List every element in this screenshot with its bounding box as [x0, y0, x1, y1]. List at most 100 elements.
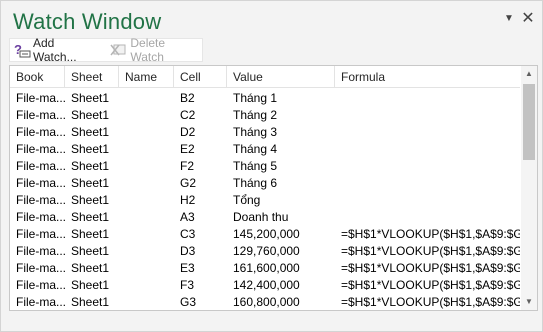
cell-name: [119, 277, 174, 294]
table-row[interactable]: File-ma... Sheet1 C3 145,200,000 =$H$1*VLOOK…: [10, 226, 520, 243]
cell-formula: =$H$1*VLOOKUP($H$1,$A$9:$G$13: [341, 295, 520, 309]
add-watch-icon: ?: [13, 42, 31, 58]
column-header-book[interactable]: Book: [10, 66, 65, 87]
column-header-name[interactable]: Name: [119, 66, 174, 87]
horizontal-scroll-area: [9, 311, 536, 327]
cell-sheet: Sheet1: [71, 176, 110, 190]
scroll-down-icon[interactable]: ▼: [521, 294, 537, 310]
cell-name: [119, 141, 174, 158]
cell-formula: [335, 124, 520, 141]
cell-formula: [335, 158, 520, 175]
cell-sheet: Sheet1: [71, 159, 110, 173]
column-header-value[interactable]: Value: [227, 66, 335, 87]
cell-sheet: Sheet1: [71, 193, 110, 207]
cell-value: 161,600,000: [233, 261, 300, 275]
scroll-thumb[interactable]: [523, 84, 535, 160]
cell-cell: G3: [180, 295, 197, 309]
cell-sheet: Sheet1: [71, 227, 110, 241]
cell-value: Tổng: [233, 193, 261, 207]
table-row[interactable]: File-ma... Sheet1 F2 Tháng 5: [10, 158, 520, 175]
cell-value: Tháng 4: [233, 142, 278, 156]
table-row[interactable]: File-ma... Sheet1 H2 Tổng: [10, 192, 520, 209]
cell-cell: E3: [180, 261, 195, 275]
delete-watch-button[interactable]: Delete Watch: [107, 36, 202, 64]
table-row[interactable]: File-ma... Sheet1 D3 129,760,000 =$H$1*VLOOK…: [10, 243, 520, 260]
cell-cell: F3: [180, 278, 195, 292]
table-row[interactable]: File-ma... Sheet1 E2 Tháng 4: [10, 141, 520, 158]
cell-cell: E2: [180, 142, 195, 156]
cell-sheet: Sheet1: [71, 278, 110, 292]
cell-book: File-ma...: [16, 295, 65, 309]
cell-formula: [335, 175, 520, 192]
cell-formula: [335, 209, 520, 226]
cell-formula: [335, 192, 520, 209]
cell-cell: D2: [180, 125, 196, 139]
table-row[interactable]: File-ma... Sheet1 B2 Tháng 1: [10, 90, 520, 107]
cell-sheet: Sheet1: [71, 244, 110, 258]
watch-window-pane: Watch Window ▼ ✕ ? Add Watch... Delete W…: [0, 0, 543, 332]
cell-sheet: Sheet1: [71, 108, 110, 122]
cell-name: [119, 175, 174, 192]
table-row[interactable]: File-ma... Sheet1 E3 161,600,000 =$H$1*VLOOK…: [10, 260, 520, 277]
close-icon[interactable]: ✕: [520, 11, 536, 27]
add-watch-button[interactable]: ? Add Watch...: [10, 36, 101, 64]
chevron-down-icon[interactable]: ▼: [501, 11, 517, 27]
cell-cell: C3: [180, 227, 196, 241]
cell-sheet: Sheet1: [71, 295, 110, 309]
cell-book: File-ma...: [16, 176, 65, 190]
cell-book: File-ma...: [16, 193, 65, 207]
cell-book: File-ma...: [16, 227, 65, 241]
cell-book: File-ma...: [16, 125, 65, 139]
cell-name: [119, 158, 174, 175]
delete-watch-icon: [110, 42, 128, 58]
table-row[interactable]: File-ma... Sheet1 C2 Tháng 2: [10, 107, 520, 124]
cell-name: [119, 294, 174, 310]
column-header-row: Book Sheet Name Cell Value Formula: [10, 66, 520, 88]
cell-name: [119, 124, 174, 141]
cell-value: Tháng 3: [233, 125, 278, 139]
column-header-sheet[interactable]: Sheet: [65, 66, 119, 87]
cell-value: Doanh thu: [233, 210, 289, 224]
cell-cell: H2: [180, 193, 196, 207]
cell-name: [119, 226, 174, 243]
cell-cell: F2: [180, 159, 195, 173]
cell-name: [119, 192, 174, 209]
table-row[interactable]: File-ma... Sheet1 D2 Tháng 3: [10, 124, 520, 141]
table-row[interactable]: File-ma... Sheet1 A3 Doanh thu: [10, 209, 520, 226]
cell-cell: A3: [180, 210, 195, 224]
toolbar: ? Add Watch... Delete Watch: [9, 36, 203, 64]
cell-name: [119, 209, 174, 226]
cell-formula: =$H$1*VLOOKUP($H$1,$A$9:$G$13: [341, 278, 520, 292]
cell-book: File-ma...: [16, 159, 65, 173]
table-row[interactable]: File-ma... Sheet1 F3 142,400,000 =$H$1*VLOOK…: [10, 277, 520, 294]
table-row[interactable]: File-ma... Sheet1 G3 160,800,000 =$H$1*VLOOK…: [10, 294, 520, 310]
cell-formula: =$H$1*VLOOKUP($H$1,$A$9:$G$13: [341, 227, 520, 241]
cell-formula: [335, 141, 520, 158]
watch-list[interactable]: Book Sheet Name Cell Value Formula File-…: [9, 65, 538, 311]
cell-book: File-ma...: [16, 142, 65, 156]
cell-value: Tháng 2: [233, 108, 278, 122]
cell-name: [119, 107, 174, 124]
cell-cell: B2: [180, 91, 195, 105]
pane-title: Watch Window: [13, 9, 162, 34]
table-row[interactable]: File-ma... Sheet1 G2 Tháng 6: [10, 175, 520, 192]
column-header-formula[interactable]: Formula: [335, 66, 520, 87]
watch-rows: File-ma... Sheet1 B2 Tháng 1 File-ma... Sheet…: [10, 90, 520, 310]
cell-cell: D3: [180, 244, 196, 258]
cell-value: 142,400,000: [233, 278, 300, 292]
column-header-cell[interactable]: Cell: [174, 66, 227, 87]
cell-sheet: Sheet1: [71, 91, 110, 105]
vertical-scrollbar[interactable]: ▲ ▼: [521, 66, 537, 310]
cell-cell: C2: [180, 108, 196, 122]
cell-value: 129,760,000: [233, 244, 300, 258]
cell-name: [119, 243, 174, 260]
cell-book: File-ma...: [16, 261, 65, 275]
cell-sheet: Sheet1: [71, 125, 110, 139]
cell-value: Tháng 5: [233, 159, 278, 173]
cell-value: 145,200,000: [233, 227, 300, 241]
scroll-up-icon[interactable]: ▲: [521, 66, 537, 82]
cell-formula: [335, 90, 520, 107]
cell-sheet: Sheet1: [71, 142, 110, 156]
cell-book: File-ma...: [16, 108, 65, 122]
cell-name: [119, 260, 174, 277]
